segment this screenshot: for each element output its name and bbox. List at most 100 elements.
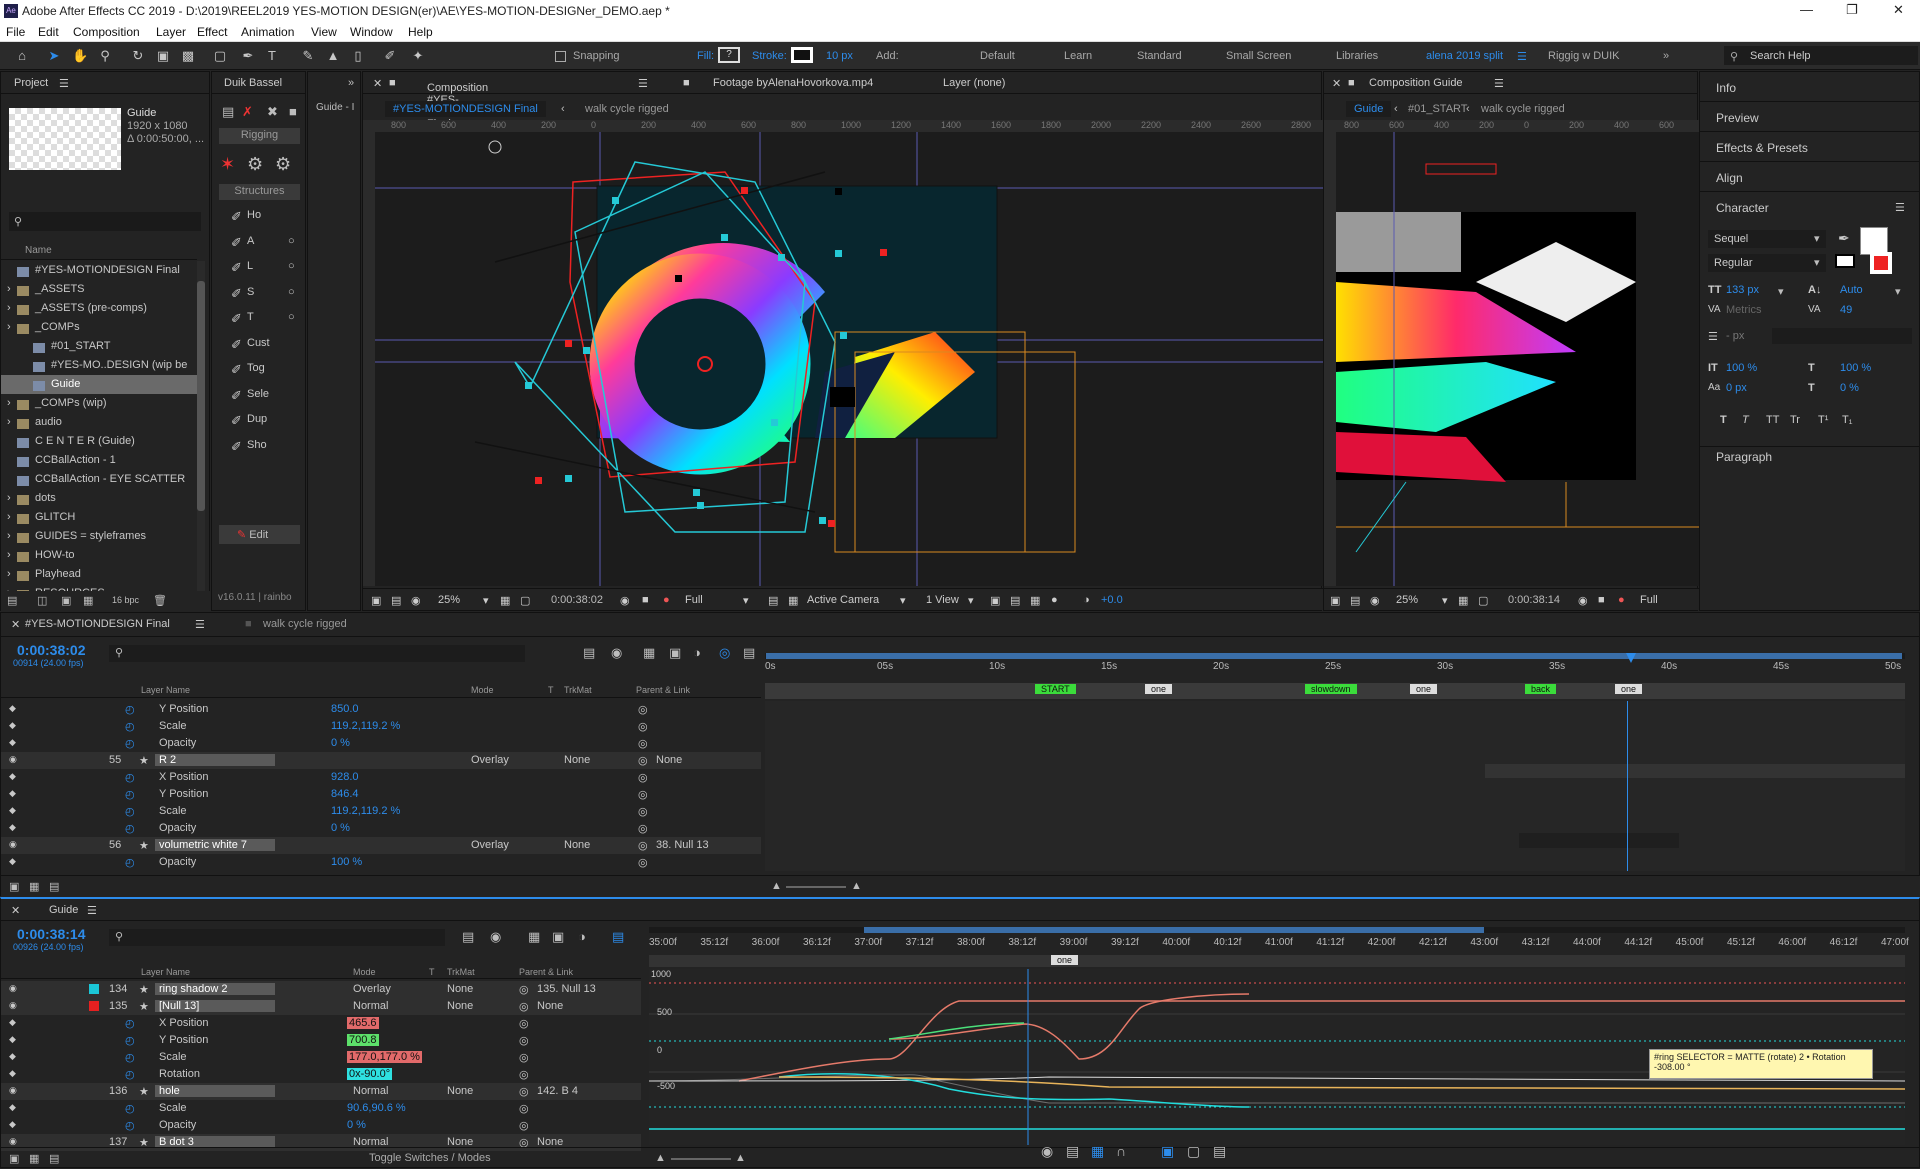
resolution-dropdown-icon[interactable]: ▾ — [743, 594, 749, 607]
keyframe-nav-icon[interactable]: ◆ — [9, 788, 16, 799]
snap-icon[interactable]: ∩ — [1116, 1143, 1126, 1159]
blend-mode-dropdown[interactable]: Overlay — [471, 754, 509, 766]
label-color-swatch[interactable] — [89, 984, 99, 994]
keyframe-nav-icon[interactable]: ◆ — [9, 805, 16, 816]
breadcrumb-walk[interactable]: walk cycle rigged — [585, 103, 669, 115]
no-fill-swatch[interactable] — [1835, 254, 1855, 268]
flowchart-icon[interactable]: ● — [1051, 594, 1058, 606]
comp-menu-icon[interactable]: ☰ — [638, 77, 648, 90]
keyframe-nav-icon[interactable]: ◆ — [9, 771, 16, 782]
duik-tool-item[interactable]: ✐ S ○ — [212, 283, 307, 302]
keyframe-area[interactable] — [765, 701, 1905, 871]
settings-icon[interactable]: ▦ — [83, 594, 93, 607]
close-tab-icon[interactable]: ✕ — [11, 618, 20, 631]
menu-layer[interactable]: Layer — [156, 25, 186, 39]
close-tab-icon[interactable]: ✕ — [1332, 77, 1341, 90]
guide-res[interactable]: Full — [1640, 594, 1658, 606]
tab-footage[interactable]: Footage byAlenaHovorkova.mp4 — [713, 77, 873, 89]
subscript-button[interactable]: T₁ — [1842, 414, 1852, 426]
channel-icon[interactable]: ● — [1618, 594, 1625, 606]
timeline-marker[interactable]: one — [1615, 684, 1643, 694]
menu-composition[interactable]: Composition — [73, 25, 140, 39]
expression-pickwhip-icon[interactable]: ◎ — [519, 1119, 529, 1132]
chevron-right-icon[interactable]: › — [7, 549, 11, 561]
timeline-tab-guide[interactable]: Guide — [49, 904, 78, 916]
zoom-level[interactable]: 25% — [438, 594, 460, 606]
property-row[interactable]: ◆ ◴ Y Position 850.0 ◎ — [1, 701, 761, 718]
timeline-marker[interactable]: slowdown — [1305, 684, 1357, 694]
character-menu-icon[interactable]: ☰ — [1895, 201, 1905, 214]
safe-frames-icon[interactable]: ▦ — [500, 594, 510, 607]
timeline-menu-icon[interactable]: ☰ — [195, 618, 205, 631]
keyframe-nav-icon[interactable]: ◆ — [9, 1051, 16, 1062]
motion-blur-icon[interactable]: ◑ — [693, 645, 701, 660]
chevron-down-icon[interactable]: ▾ — [1778, 285, 1784, 298]
bpc-label[interactable]: 16 bpc — [112, 595, 139, 605]
mask-icon[interactable]: ◉ — [411, 594, 421, 607]
project-item[interactable]: › _COMPs (wip) — [1, 394, 197, 413]
transform-box-icon[interactable]: ▦ — [1091, 1143, 1104, 1160]
property-value[interactable]: 846.4 — [331, 788, 359, 800]
stopwatch-icon[interactable]: ◴ — [125, 1102, 135, 1115]
property-row[interactable]: ◆ ◴ Opacity 0 % ◎ — [1, 1117, 641, 1134]
current-time[interactable]: 0:00:38:02 — [551, 594, 603, 606]
project-item[interactable]: › GUIDES = styleframes — [1, 527, 197, 546]
workspace-small-screen[interactable]: Small Screen — [1226, 50, 1291, 62]
home-icon[interactable]: ⌂ — [14, 48, 30, 64]
radio-icon[interactable]: ○ — [288, 286, 295, 298]
duik-tool-item[interactable]: ✐ Dup — [212, 410, 307, 429]
radio-icon[interactable]: ○ — [288, 260, 295, 272]
view-dropdown-icon[interactable]: ▾ — [968, 594, 974, 607]
inout-icon[interactable]: ▤ — [49, 880, 59, 893]
stopwatch-icon[interactable]: ◴ — [125, 1119, 135, 1132]
chevron-right-icon[interactable]: › — [7, 397, 11, 409]
guide-time-ruler[interactable]: 35:00f 35:12f 36:00f 36:12f 37:00f 37:12f 38:0… — [649, 927, 1909, 951]
stroke-color-swatch[interactable] — [1870, 252, 1892, 274]
keyframe-nav-icon[interactable]: ◆ — [9, 1034, 16, 1045]
rectangle-tool-icon[interactable]: ▢ — [212, 48, 228, 64]
project-item[interactable]: Guide — [1, 375, 197, 394]
project-item[interactable]: #01_START — [1, 337, 197, 356]
fit-all-icon[interactable]: ▢ — [1187, 1143, 1200, 1160]
duik-title[interactable]: Duik Bassel — [224, 77, 282, 89]
expand-icon[interactable]: » — [348, 77, 354, 89]
panel-character[interactable]: Character — [1716, 201, 1769, 215]
hand-tool-icon[interactable]: ✋ — [72, 48, 88, 64]
eraser-tool-icon[interactable]: ▯ — [350, 48, 366, 64]
fast-preview-icon[interactable]: ▤ — [768, 594, 778, 607]
rotate-tool-icon[interactable]: ↻ — [130, 48, 146, 64]
modes-icon[interactable]: ▦ — [29, 880, 39, 893]
guide-zoom[interactable]: 25% — [1396, 594, 1418, 606]
track-matte-dropdown[interactable]: None — [447, 983, 473, 995]
keyframe-nav-icon[interactable]: ◆ — [9, 856, 16, 867]
type-tool-icon[interactable]: T — [264, 48, 280, 64]
workspace-standard[interactable]: Standard — [1137, 50, 1182, 62]
zoom-in-icon[interactable]: ▲ — [735, 1152, 746, 1164]
maximize-icon[interactable]: ❐ — [1846, 2, 1858, 18]
minimize-icon[interactable]: — — [1800, 2, 1813, 17]
expression-pickwhip-icon[interactable]: ◎ — [519, 1068, 529, 1081]
project-item[interactable]: #YES-MOTIONDESIGN Final — [1, 261, 197, 280]
visibility-eye-icon[interactable]: ◉ — [9, 754, 17, 765]
property-value[interactable]: 0 % — [331, 822, 350, 834]
parent-dropdown[interactable]: 142. B 4 — [537, 1085, 578, 1097]
project-search[interactable]: ⚲ — [9, 212, 201, 231]
monitor-icon[interactable]: ▤ — [1350, 594, 1360, 607]
track-matte-dropdown[interactable]: None — [564, 839, 590, 851]
pickwhip-icon[interactable]: ◎ — [519, 1085, 529, 1098]
header-trkmat[interactable]: TrkMat — [564, 685, 592, 695]
guide-marker[interactable]: one — [1051, 955, 1079, 965]
property-value[interactable]: 928.0 — [331, 771, 359, 783]
time-ruler[interactable]: 0s 05s 10s 15s 20s 25s 30s 35s 40s 45s 50s — [765, 653, 1905, 683]
layer-switches-icon[interactable]: ▣ — [9, 880, 19, 893]
region-icon[interactable]: ▢ — [1478, 594, 1488, 607]
menu-help[interactable]: Help — [408, 25, 433, 39]
parent-dropdown[interactable]: None — [656, 754, 682, 766]
lock-icon[interactable]: ■ — [389, 77, 396, 89]
superscript-button[interactable]: T¹ — [1818, 414, 1828, 426]
duik-tool-item[interactable]: ✐ Cust — [212, 334, 307, 353]
exposure-icon[interactable]: ◑ — [1083, 594, 1090, 606]
snapshot-icon[interactable]: ◉ — [620, 594, 630, 607]
show-snapshot-icon[interactable]: ■ — [642, 594, 649, 606]
always-preview-icon[interactable]: ▣ — [371, 594, 381, 607]
